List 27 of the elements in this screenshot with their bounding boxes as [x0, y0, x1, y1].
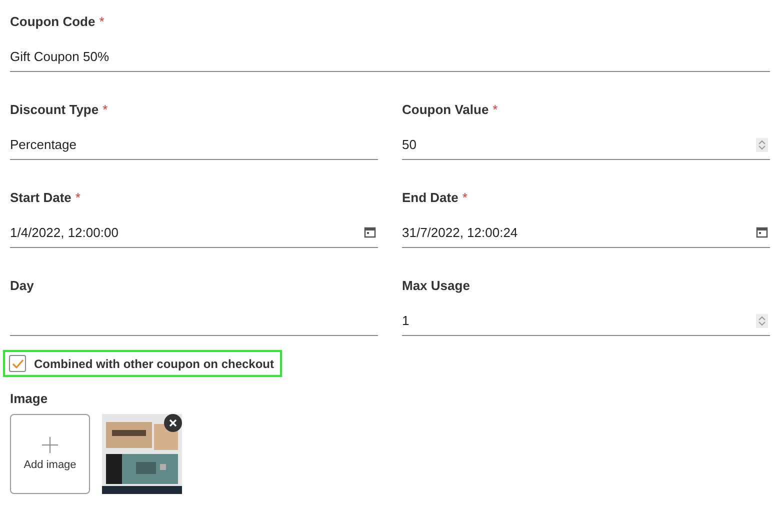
required-mark: *: [75, 190, 80, 205]
field-label: Max Usage: [402, 278, 470, 293]
spinner-icon[interactable]: [756, 138, 768, 152]
required-mark: *: [492, 102, 498, 117]
calendar-icon[interactable]: [364, 226, 376, 238]
required-mark: *: [102, 102, 108, 117]
calendar-icon[interactable]: [756, 226, 768, 238]
field-label: Discount Type: [10, 102, 99, 117]
field-label: Coupon Code: [10, 14, 96, 29]
add-image-button[interactable]: Add image: [10, 414, 90, 494]
date-field[interactable]: 31/7/2022, 12:00:24: [402, 218, 770, 248]
input-field[interactable]: Percentage: [10, 130, 378, 160]
field-label: Coupon Value: [402, 102, 489, 117]
checkbox[interactable]: [9, 355, 26, 372]
required-mark: *: [99, 14, 104, 29]
field-label: End Date: [402, 190, 458, 205]
date-field[interactable]: 1/4/2022, 12:00:00: [10, 218, 378, 248]
field-label: Start Date: [10, 190, 72, 205]
image-label: Image: [10, 391, 48, 406]
close-icon: [169, 419, 177, 427]
checkbox-label: Combined with other coupon on checkout: [34, 356, 274, 370]
field-label: Day: [10, 278, 34, 293]
plus-icon: [42, 437, 58, 453]
check-icon: [12, 358, 24, 368]
input-field[interactable]: Gift Coupon 50%: [10, 42, 770, 72]
required-mark: *: [462, 190, 468, 205]
spinner-icon[interactable]: [756, 314, 768, 328]
